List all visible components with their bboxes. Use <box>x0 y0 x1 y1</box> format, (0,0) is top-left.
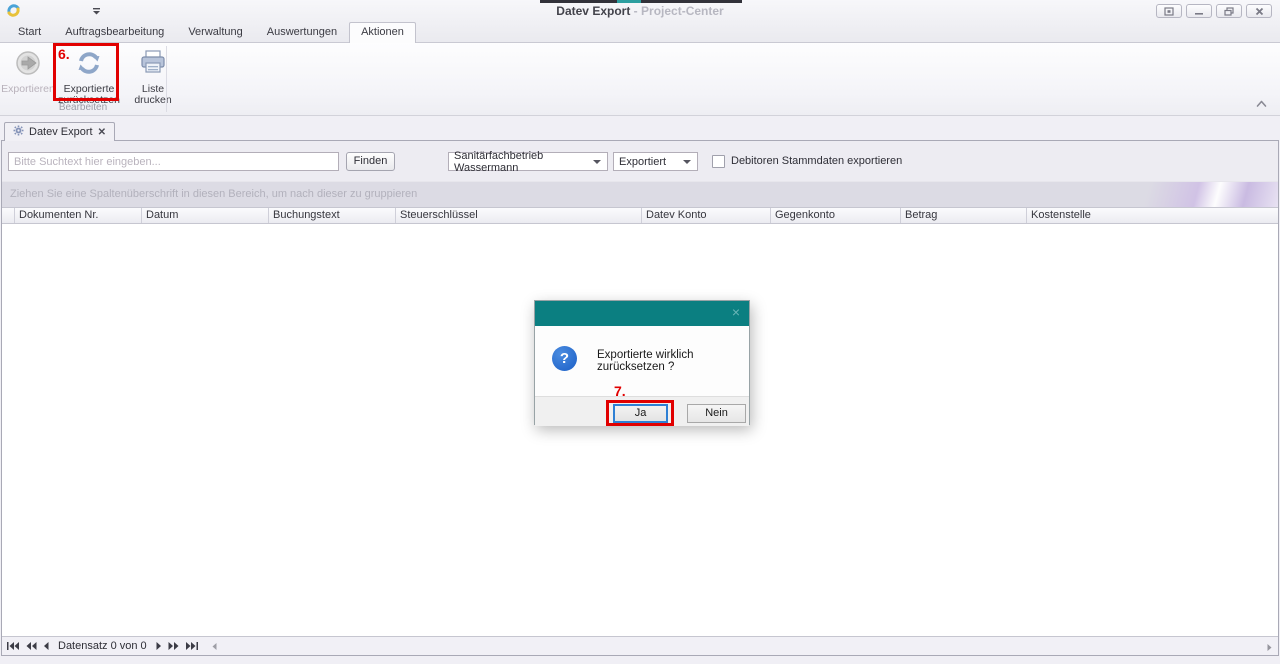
ribbon-group-label: Bearbeiten <box>0 102 166 113</box>
background-window-edge <box>540 0 742 3</box>
printer-icon <box>138 48 168 81</box>
column-header-betrag[interactable]: Betrag <box>901 208 1027 223</box>
status-dropdown[interactable]: Exportiert <box>613 152 698 171</box>
filter-bar: Finden Sanitärfachbetrieb Wassermann Exp… <box>2 141 1278 181</box>
group-by-drop-area[interactable]: Ziehen Sie eine Spaltenüberschrift in di… <box>2 181 1278 207</box>
record-count-text: Datensatz 0 von 0 <box>58 640 147 652</box>
ribbon-tab-start[interactable]: Start <box>6 22 53 42</box>
column-header-buchungstext[interactable]: Buchungstext <box>269 208 396 223</box>
status-bar: Datensatz 0 von 0 <box>2 636 1278 655</box>
document-tab-datev-export[interactable]: Datev Export ✕ <box>4 122 115 141</box>
ribbon-collapse-icon[interactable] <box>1255 99 1268 111</box>
chevron-down-icon <box>593 160 601 164</box>
chevron-down-icon <box>683 160 691 164</box>
restore-button[interactable] <box>1216 4 1242 18</box>
confirm-dialog: × ? Exportierte wirklich zurücksetzen ? … <box>534 300 750 425</box>
nav-scroll-left-icon[interactable] <box>212 643 217 650</box>
column-header-dokumenten-nr[interactable]: Dokumenten Nr. <box>15 208 142 223</box>
minimize-button[interactable] <box>1186 4 1212 18</box>
window-title-app: Project-Center <box>641 4 724 18</box>
annotation-step-7-label: 7. <box>614 383 626 399</box>
window-title: Datev Export - Project-Center <box>0 4 1280 18</box>
company-dropdown[interactable]: Sanitärfachbetrieb Wassermann <box>448 152 608 171</box>
close-button[interactable] <box>1246 4 1272 18</box>
question-icon: ? <box>552 346 577 371</box>
window-title-separator: - <box>634 4 638 18</box>
company-dropdown-value: Sanitärfachbetrieb Wassermann <box>454 150 593 174</box>
column-header-kostenstelle[interactable]: Kostenstelle <box>1027 208 1278 223</box>
row-indicator-header <box>2 208 15 223</box>
nav-prev-page-icon[interactable] <box>26 642 37 650</box>
decorative-swoosh <box>1143 182 1278 207</box>
debitoren-checkbox[interactable] <box>712 155 725 168</box>
dialog-footer: Ja Nein <box>535 396 749 426</box>
ja-button[interactable]: Ja <box>613 404 668 423</box>
export-arrow-icon <box>13 48 43 81</box>
exportieren-button[interactable]: Exportieren <box>2 46 54 95</box>
ribbon-tab-strip: Start Auftragsbearbeitung Verwaltung Aus… <box>0 22 1280 42</box>
nav-next-page-icon[interactable] <box>168 642 179 650</box>
window-chrome: Datev Export - Project-Center <box>0 0 1280 42</box>
nav-last-icon[interactable] <box>185 642 198 650</box>
liste-drucken-button[interactable]: Liste drucken <box>130 46 176 106</box>
ribbon-group-separator <box>166 46 167 112</box>
column-header-datum[interactable]: Datum <box>142 208 269 223</box>
background-window-teal-segment <box>617 0 641 3</box>
column-header-gegenkonto[interactable]: Gegenkonto <box>771 208 901 223</box>
grid-header-row: Dokumenten Nr. Datum Buchungstext Steuer… <box>2 207 1278 224</box>
tab-close-icon[interactable]: ✕ <box>98 127 106 138</box>
ribbon-tab-aktionen[interactable]: Aktionen <box>349 22 416 43</box>
window-title-document: Datev Export <box>556 4 630 18</box>
ribbon-tab-verwaltung[interactable]: Verwaltung <box>176 22 254 42</box>
nav-next-icon[interactable] <box>156 642 162 650</box>
document-tab-label: Datev Export <box>29 126 93 138</box>
column-header-datev-konto[interactable]: Datev Konto <box>642 208 771 223</box>
nav-scroll-right-icon[interactable] <box>1267 642 1272 654</box>
nein-button[interactable]: Nein <box>687 404 746 423</box>
refresh-icon <box>74 48 104 81</box>
nav-prev-icon[interactable] <box>43 642 49 650</box>
ribbon-group-bearbeiten: Exportieren Exportierte zurücksetzen <box>0 43 1280 106</box>
status-dropdown-value: Exportiert <box>619 156 666 168</box>
dialog-body: ? Exportierte wirklich zurücksetzen ? <box>535 326 749 396</box>
debitoren-checkbox-label: Debitoren Stammdaten exportieren <box>731 152 902 171</box>
title-bar: Datev Export - Project-Center <box>0 0 1280 22</box>
ribbon-body: Exportieren Exportierte zurücksetzen <box>0 42 1280 116</box>
exportierte-zuruecksetzen-button[interactable]: Exportierte zurücksetzen <box>57 46 121 106</box>
ribbon-tab-auftragsbearbeitung[interactable]: Auftragsbearbeitung <box>53 22 176 42</box>
window-controls <box>1156 4 1272 18</box>
ribbon-tab-auswertungen[interactable]: Auswertungen <box>255 22 349 42</box>
gear-icon <box>13 125 24 139</box>
column-header-steuerschluessel[interactable]: Steuerschlüssel <box>396 208 642 223</box>
search-input[interactable] <box>8 152 339 171</box>
group-by-hint-text: Ziehen Sie eine Spaltenüberschrift in di… <box>10 182 417 207</box>
fullscreen-button[interactable] <box>1156 4 1182 18</box>
grid-body-empty <box>2 224 1278 636</box>
exportieren-label: Exportieren <box>1 84 55 95</box>
dialog-close-icon[interactable]: × <box>732 305 740 319</box>
dialog-titlebar: × <box>535 301 749 326</box>
finden-button[interactable]: Finden <box>346 152 395 171</box>
nav-first-icon[interactable] <box>7 642 20 650</box>
